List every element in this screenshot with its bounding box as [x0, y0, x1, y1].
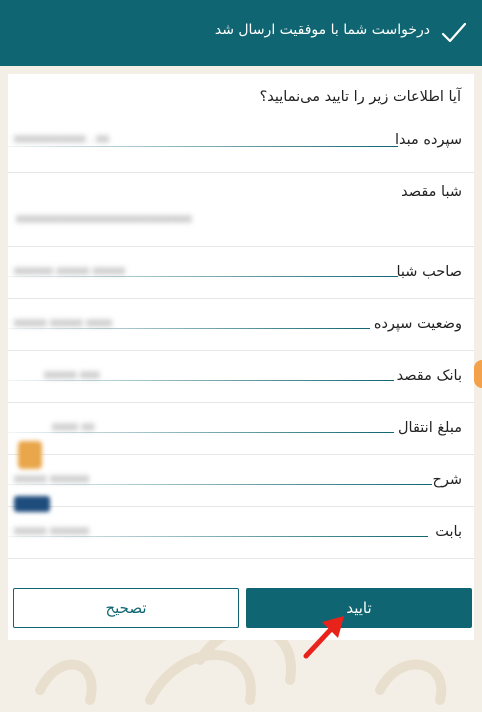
- destination-bank-label: بانک مقصد: [396, 368, 462, 384]
- confirm-question: آیا اطلاعات زیر را تایید می‌نمایید؟: [259, 89, 461, 105]
- regarding-label: بابت: [435, 524, 462, 540]
- row-deposit-status: وضعیت سپرده xxxxx xxxxx xxxx: [8, 298, 474, 351]
- header-title: درخواست شما با موفقیت ارسال شد: [214, 22, 430, 38]
- row-line: [8, 146, 398, 147]
- transfer-amount-value: xxxx xx: [52, 420, 95, 433]
- destination-bank-value: xxxxx xxx: [44, 368, 100, 381]
- sheba-owner-label: صاحب شبا: [396, 264, 462, 280]
- destination-sheba-value: xxxxxxxxxxxxxxxxxxxxxxxxxxx: [16, 212, 192, 225]
- description-label: شرح: [432, 472, 462, 488]
- deposit-status-label: وضعیت سپرده: [373, 316, 462, 332]
- row-destination-bank: بانک مقصد xxxxx xxx: [8, 350, 474, 403]
- pointer-arrow-icon: [303, 616, 344, 659]
- regarding-value: xxxxx xxxxxx: [14, 524, 90, 537]
- check-icon: [441, 22, 467, 43]
- row-source-deposit: سپرده مبدا xxxxxxxxxxx . xx: [8, 122, 474, 173]
- row-destination-sheba: شبا مقصد xxxxxxxxxxxxxxxxxxxxxxxxxxx: [8, 172, 474, 247]
- bank-logo-icon: [18, 441, 42, 469]
- row-sheba-owner: صاحب شبا xxxxxx xxxxx xxxxx: [8, 246, 474, 299]
- row-transfer-amount: مبلغ انتقال xxxx xx: [8, 402, 474, 455]
- confirm-button[interactable]: تایید: [246, 588, 472, 628]
- row-regarding: بابت xxxxx xxxxxx: [8, 506, 474, 559]
- confirmation-card: آیا اطلاعات زیر را تایید می‌نمایید؟ سپرد…: [8, 74, 474, 640]
- row-divider: [8, 558, 474, 559]
- sheba-owner-value: xxxxxx xxxxx xxxxx: [14, 264, 126, 277]
- destination-sheba-label: شبا مقصد: [401, 184, 462, 200]
- source-deposit-value: xxxxxxxxxxx . xx: [14, 132, 110, 145]
- side-tab-handle[interactable]: [474, 360, 482, 388]
- row-description: شرح xxxxx xxxxxx: [8, 454, 474, 507]
- currency-chip: [14, 496, 50, 512]
- source-deposit-label: سپرده مبدا: [395, 132, 462, 148]
- transfer-amount-label: مبلغ انتقال: [398, 420, 462, 436]
- deposit-status-value: xxxxx xxxxx xxxx: [14, 316, 113, 329]
- description-value: xxxxx xxxxxx: [14, 472, 90, 485]
- success-header: درخواست شما با موفقیت ارسال شد: [0, 0, 482, 66]
- correct-button[interactable]: تصحیح: [13, 588, 239, 628]
